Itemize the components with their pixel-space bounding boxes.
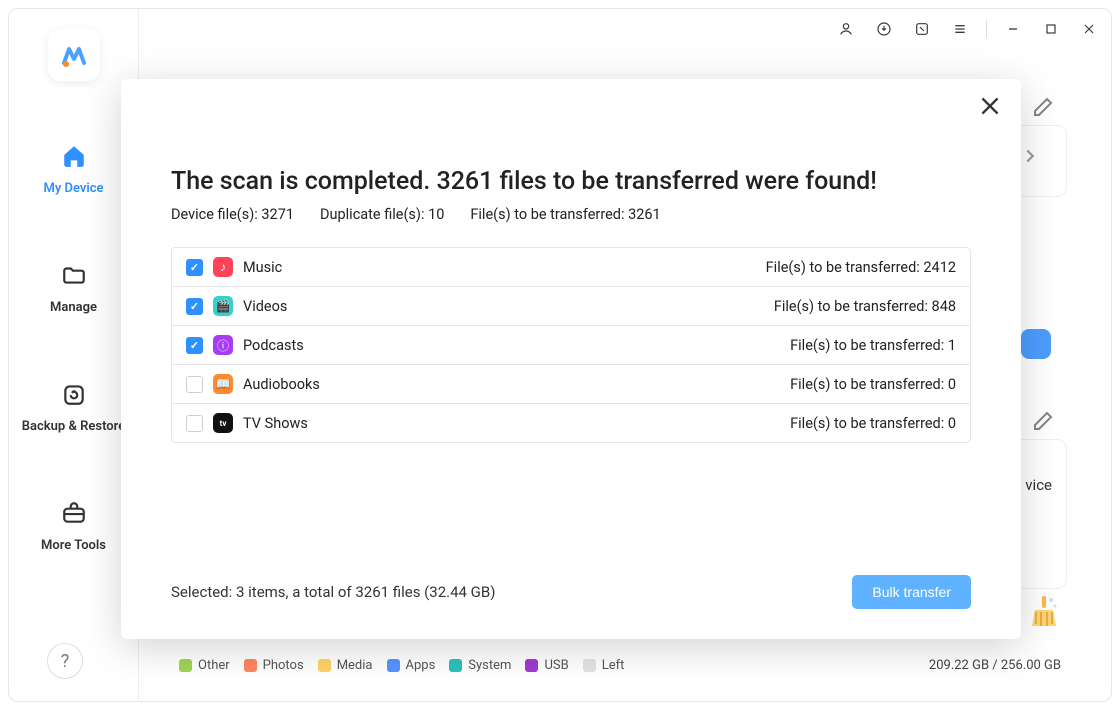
bg-text: vice [1025,476,1052,494]
legend-label: Media [337,658,373,673]
checkbox-audiobooks[interactable] [186,376,203,393]
to-transfer-count: File(s) to be transferred: 3261 [470,206,660,223]
legend-label: Left [602,658,625,673]
legend-label: System [468,658,511,673]
legend-label: Other [198,658,230,673]
broom-icon[interactable] [1029,594,1059,637]
device-files-count: Device file(s): 3271 [171,206,294,223]
tv-shows-icon: tv [213,413,233,433]
sidebar-item-label: My Device [43,181,103,196]
row-audiobooks[interactable]: 📖 Audiobooks File(s) to be transferred: … [172,365,970,404]
sidebar-item-label: Backup & Restore [22,419,125,434]
row-podcasts[interactable]: ⓘ Podcasts File(s) to be transferred: 1 [172,326,970,365]
bg-chip [1021,329,1051,359]
legend-apps: Apps [387,658,436,673]
sidebar-item-label: More Tools [41,538,106,553]
edit-icon[interactable] [1031,409,1055,433]
row-count: File(s) to be transferred: 848 [774,298,956,315]
user-icon[interactable] [834,17,858,41]
podcasts-icon: ⓘ [213,335,233,355]
modal-footer: Selected: 3 items, a total of 3261 files… [171,575,971,609]
row-videos[interactable]: 🎬 Videos File(s) to be transferred: 848 [172,287,970,326]
legend-usb: USB [525,658,568,673]
row-count: File(s) to be transferred: 2412 [766,259,956,276]
audiobooks-icon: 📖 [213,374,233,394]
app-logo [48,29,100,81]
sidebar-item-backup-restore[interactable]: Backup & Restore [9,367,138,450]
maximize-button[interactable] [1039,17,1063,41]
modal-title: The scan is completed. 3261 files to be … [171,167,971,196]
selection-summary: Selected: 3 items, a total of 3261 files… [171,583,495,601]
swatch [583,659,596,672]
swatch [244,659,257,672]
row-label: Music [243,259,282,276]
row-label: Podcasts [243,337,304,354]
backup-icon [15,381,132,413]
storage-summary: 209.22 GB / 256.00 GB [929,658,1061,673]
folder-icon [15,262,132,294]
chevron-right-icon[interactable] [1019,145,1041,167]
modal-close-button[interactable] [977,93,1003,119]
legend-label: Apps [406,658,436,673]
sidebar-item-my-device[interactable]: My Device [15,129,132,212]
file-category-table: ♪ Music File(s) to be transferred: 2412 … [171,247,971,443]
row-music[interactable]: ♪ Music File(s) to be transferred: 2412 [172,248,970,287]
storage-footer: Other Photos Media Apps System USB Left … [179,658,1061,673]
checkbox-videos[interactable] [186,298,203,315]
help-button[interactable]: ? [47,643,83,679]
swatch [318,659,331,672]
legend-left: Left [583,658,625,673]
swatch [449,659,462,672]
home-icon [21,143,126,175]
checkbox-tv-shows[interactable] [186,415,203,432]
checkbox-podcasts[interactable] [186,337,203,354]
sidebar-item-more-tools[interactable]: More Tools [9,486,138,569]
legend-label: Photos [263,658,304,673]
toolbox-icon [15,500,132,532]
legend-media: Media [318,658,373,673]
feedback-icon[interactable] [910,17,934,41]
sidebar-items: My Device Manage Backup & Restore More T… [9,129,138,569]
videos-icon: 🎬 [213,296,233,316]
row-label: TV Shows [243,415,308,432]
row-tv-shows[interactable]: tv TV Shows File(s) to be transferred: 0 [172,404,970,442]
row-label: Audiobooks [243,376,320,393]
download-icon[interactable] [872,17,896,41]
music-icon: ♪ [213,257,233,277]
legend-photos: Photos [244,658,304,673]
row-count: File(s) to be transferred: 0 [790,376,956,393]
scan-complete-modal: The scan is completed. 3261 files to be … [121,79,1021,639]
sidebar-item-manage[interactable]: Manage [9,248,138,331]
swatch [387,659,400,672]
legend-system: System [449,658,511,673]
legend-other: Other [179,658,230,673]
app-window: My Device Manage Backup & Restore More T… [8,8,1112,702]
row-count: File(s) to be transferred: 0 [790,415,956,432]
close-button[interactable] [1077,17,1101,41]
edit-icon[interactable] [1031,95,1055,119]
sidebar: My Device Manage Backup & Restore More T… [9,9,139,701]
swatch [179,659,192,672]
legend-label: USB [544,658,568,673]
swatch [525,659,538,672]
modal-subtitle: Device file(s): 3271 Duplicate file(s): … [171,206,971,223]
menu-icon[interactable] [948,17,972,41]
separator [986,20,987,38]
row-count: File(s) to be transferred: 1 [790,337,956,354]
checkbox-music[interactable] [186,259,203,276]
sidebar-item-label: Manage [50,300,97,315]
window-controls [834,17,1101,41]
bulk-transfer-button[interactable]: Bulk transfer [852,575,971,609]
minimize-button[interactable] [1001,17,1025,41]
row-label: Videos [243,298,287,315]
duplicate-files-count: Duplicate file(s): 10 [320,206,444,223]
